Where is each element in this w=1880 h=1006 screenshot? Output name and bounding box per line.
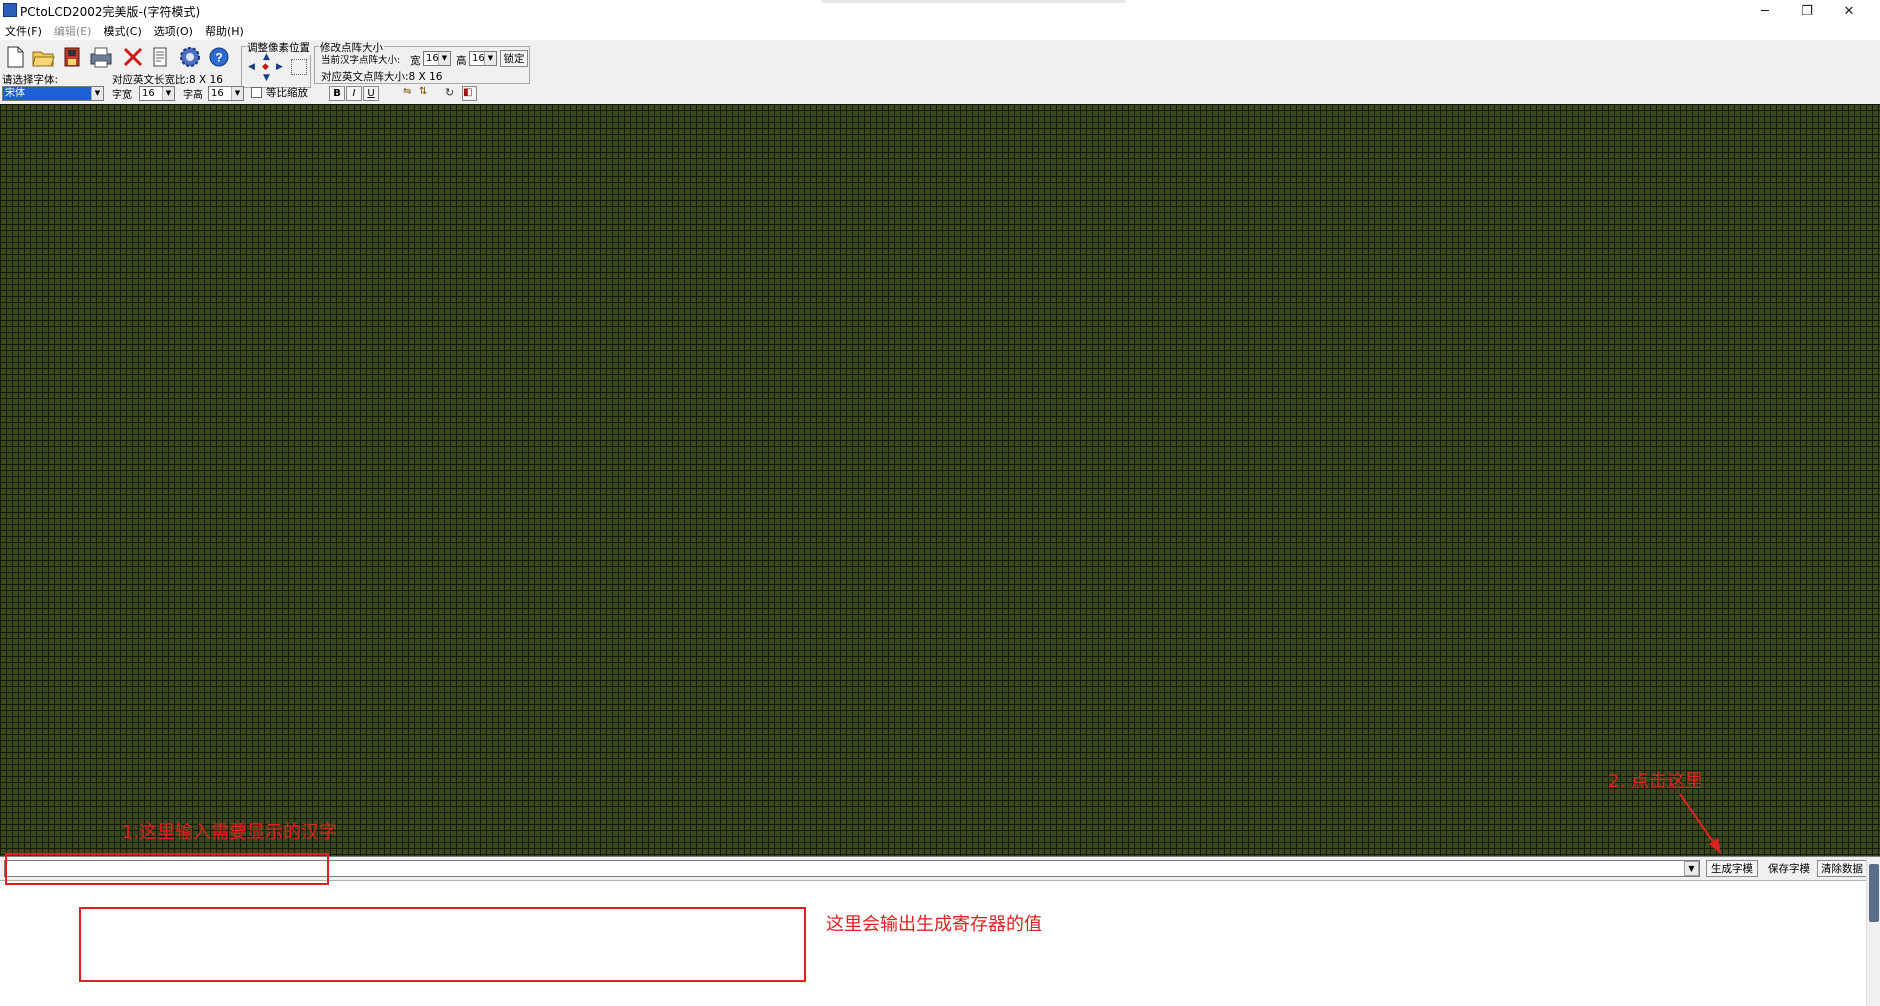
char-width-select[interactable]: 16 ▼ xyxy=(139,86,175,101)
title-bar: PCtoLCD2002完美版-(字符模式) ─ ❐ ✕ xyxy=(0,0,1880,22)
italic-button[interactable]: I xyxy=(346,86,362,101)
font-select[interactable]: 宋体 ▼ xyxy=(2,86,104,101)
menu-edit[interactable]: 编辑(E) xyxy=(54,23,92,39)
annotation-step2: 2. 点击这里 xyxy=(1608,771,1703,792)
print-icon[interactable] xyxy=(89,44,113,70)
close-button[interactable]: ✕ xyxy=(1826,0,1872,22)
restore-button[interactable]: ❐ xyxy=(1784,0,1830,22)
bold-button[interactable]: B xyxy=(329,86,345,101)
char-height-label: 字高 xyxy=(183,90,203,101)
fit-frame-icon[interactable] xyxy=(291,59,307,75)
matrix-width-label: 宽 xyxy=(410,55,421,67)
move-up-icon[interactable]: ▲ xyxy=(263,52,273,62)
dot-matrix-canvas[interactable] xyxy=(0,104,1880,856)
en-matrix-label: 对应英文点阵大小:8 X 16 xyxy=(321,71,443,83)
proportional-checkbox[interactable] xyxy=(251,87,262,98)
chevron-down-icon[interactable]: ▼ xyxy=(1684,861,1699,876)
pixel-position-group: 调整像素位置 ▲ ◀ ◆ ▶ ▼ xyxy=(241,40,311,88)
matrix-height-label: 高 xyxy=(456,55,467,67)
matrix-height-select[interactable]: 16 ▼ xyxy=(469,51,497,66)
settings-gear-icon[interactable] xyxy=(178,44,202,70)
rotate-buttons: ↻ ◧ xyxy=(445,86,479,101)
char-height-select[interactable]: 16 ▼ xyxy=(208,86,244,101)
menu-file[interactable]: 文件(F) xyxy=(5,23,42,39)
move-left-icon[interactable]: ◀ xyxy=(248,62,258,72)
matrix-size-group: 修改点阵大小 当前汉字点阵大小: 宽 16 ▼ 高 16 ▼ 锁定 对应英文点阵大小… xyxy=(314,40,530,84)
save-icon[interactable] xyxy=(60,44,84,70)
char-width-label: 字宽 xyxy=(112,90,132,101)
matrix-width-select[interactable]: 16 ▼ xyxy=(423,51,451,66)
app-icon xyxy=(3,3,17,17)
chevron-down-icon: ▼ xyxy=(231,87,243,100)
save-font-button[interactable]: 保存字模 xyxy=(1763,860,1815,877)
chevron-down-icon: ▼ xyxy=(484,52,496,65)
rotate-icon[interactable]: ↻ xyxy=(445,86,460,101)
pixel-position-label: 调整像素位置 xyxy=(246,40,311,55)
annotation-step1: 1.这里输入需要显示的汉字 xyxy=(122,822,338,843)
help-icon[interactable]: ? xyxy=(207,44,231,70)
annotation-arrow xyxy=(1679,793,1721,854)
move-right-icon[interactable]: ▶ xyxy=(276,62,286,72)
annotation-output-box xyxy=(79,907,806,982)
generate-font-button[interactable]: 生成字模 xyxy=(1706,860,1758,877)
minimize-button[interactable]: ─ xyxy=(1742,0,1788,22)
delete-icon[interactable] xyxy=(121,44,145,70)
invert-icon[interactable]: ◧ xyxy=(462,86,477,101)
mirror-horizontal-icon[interactable]: ⇋ xyxy=(403,86,417,101)
underline-button[interactable]: U xyxy=(363,86,379,101)
menu-mode[interactable]: 模式(C) xyxy=(103,23,141,39)
scrollbar-thumb[interactable] xyxy=(1869,864,1879,922)
annotation-output-note: 这里会输出生成寄存器的值 xyxy=(826,914,1042,935)
toolbar: ? 调整像素位置 ▲ ◀ ◆ ▶ ▼ 修改点阵大小 当前汉字点阵大小: 宽 16… xyxy=(0,40,1880,104)
center-icon[interactable]: ◆ xyxy=(262,62,272,72)
mirror-vertical-icon[interactable]: ⇅ xyxy=(419,86,433,101)
proportional-label: 等比缩放 xyxy=(266,87,308,99)
chevron-down-icon: ▼ xyxy=(162,87,174,100)
move-down-icon[interactable]: ▼ xyxy=(263,73,273,83)
menu-bar: 文件(F) 编辑(E) 模式(C) 选项(O) 帮助(H) xyxy=(0,22,1880,40)
font-select-label: 请选择字体: xyxy=(2,74,59,86)
open-folder-icon[interactable] xyxy=(31,44,55,70)
current-matrix-label: 当前汉字点阵大小: xyxy=(321,55,401,66)
mirror-buttons: ⇋ ⇅ xyxy=(403,86,433,101)
window-title: PCtoLCD2002完美版-(字符模式) xyxy=(20,5,201,19)
annotation-input-box xyxy=(5,853,329,885)
chevron-down-icon: ▼ xyxy=(91,87,103,100)
menu-help[interactable]: 帮助(H) xyxy=(205,23,244,39)
lock-button[interactable]: 锁定 xyxy=(500,50,528,67)
properties-icon[interactable] xyxy=(148,44,172,70)
clear-data-button[interactable]: 清除数据 xyxy=(1817,860,1867,877)
menu-options[interactable]: 选项(O) xyxy=(154,23,193,39)
svg-text:?: ? xyxy=(215,51,222,65)
top-overlay-strip xyxy=(822,0,1126,3)
new-file-icon[interactable] xyxy=(3,44,27,70)
chevron-down-icon: ▼ xyxy=(438,52,450,65)
en-ratio-label: 对应英文长宽比:8 X 16 xyxy=(112,74,223,86)
output-scrollbar[interactable] xyxy=(1866,858,1880,1006)
